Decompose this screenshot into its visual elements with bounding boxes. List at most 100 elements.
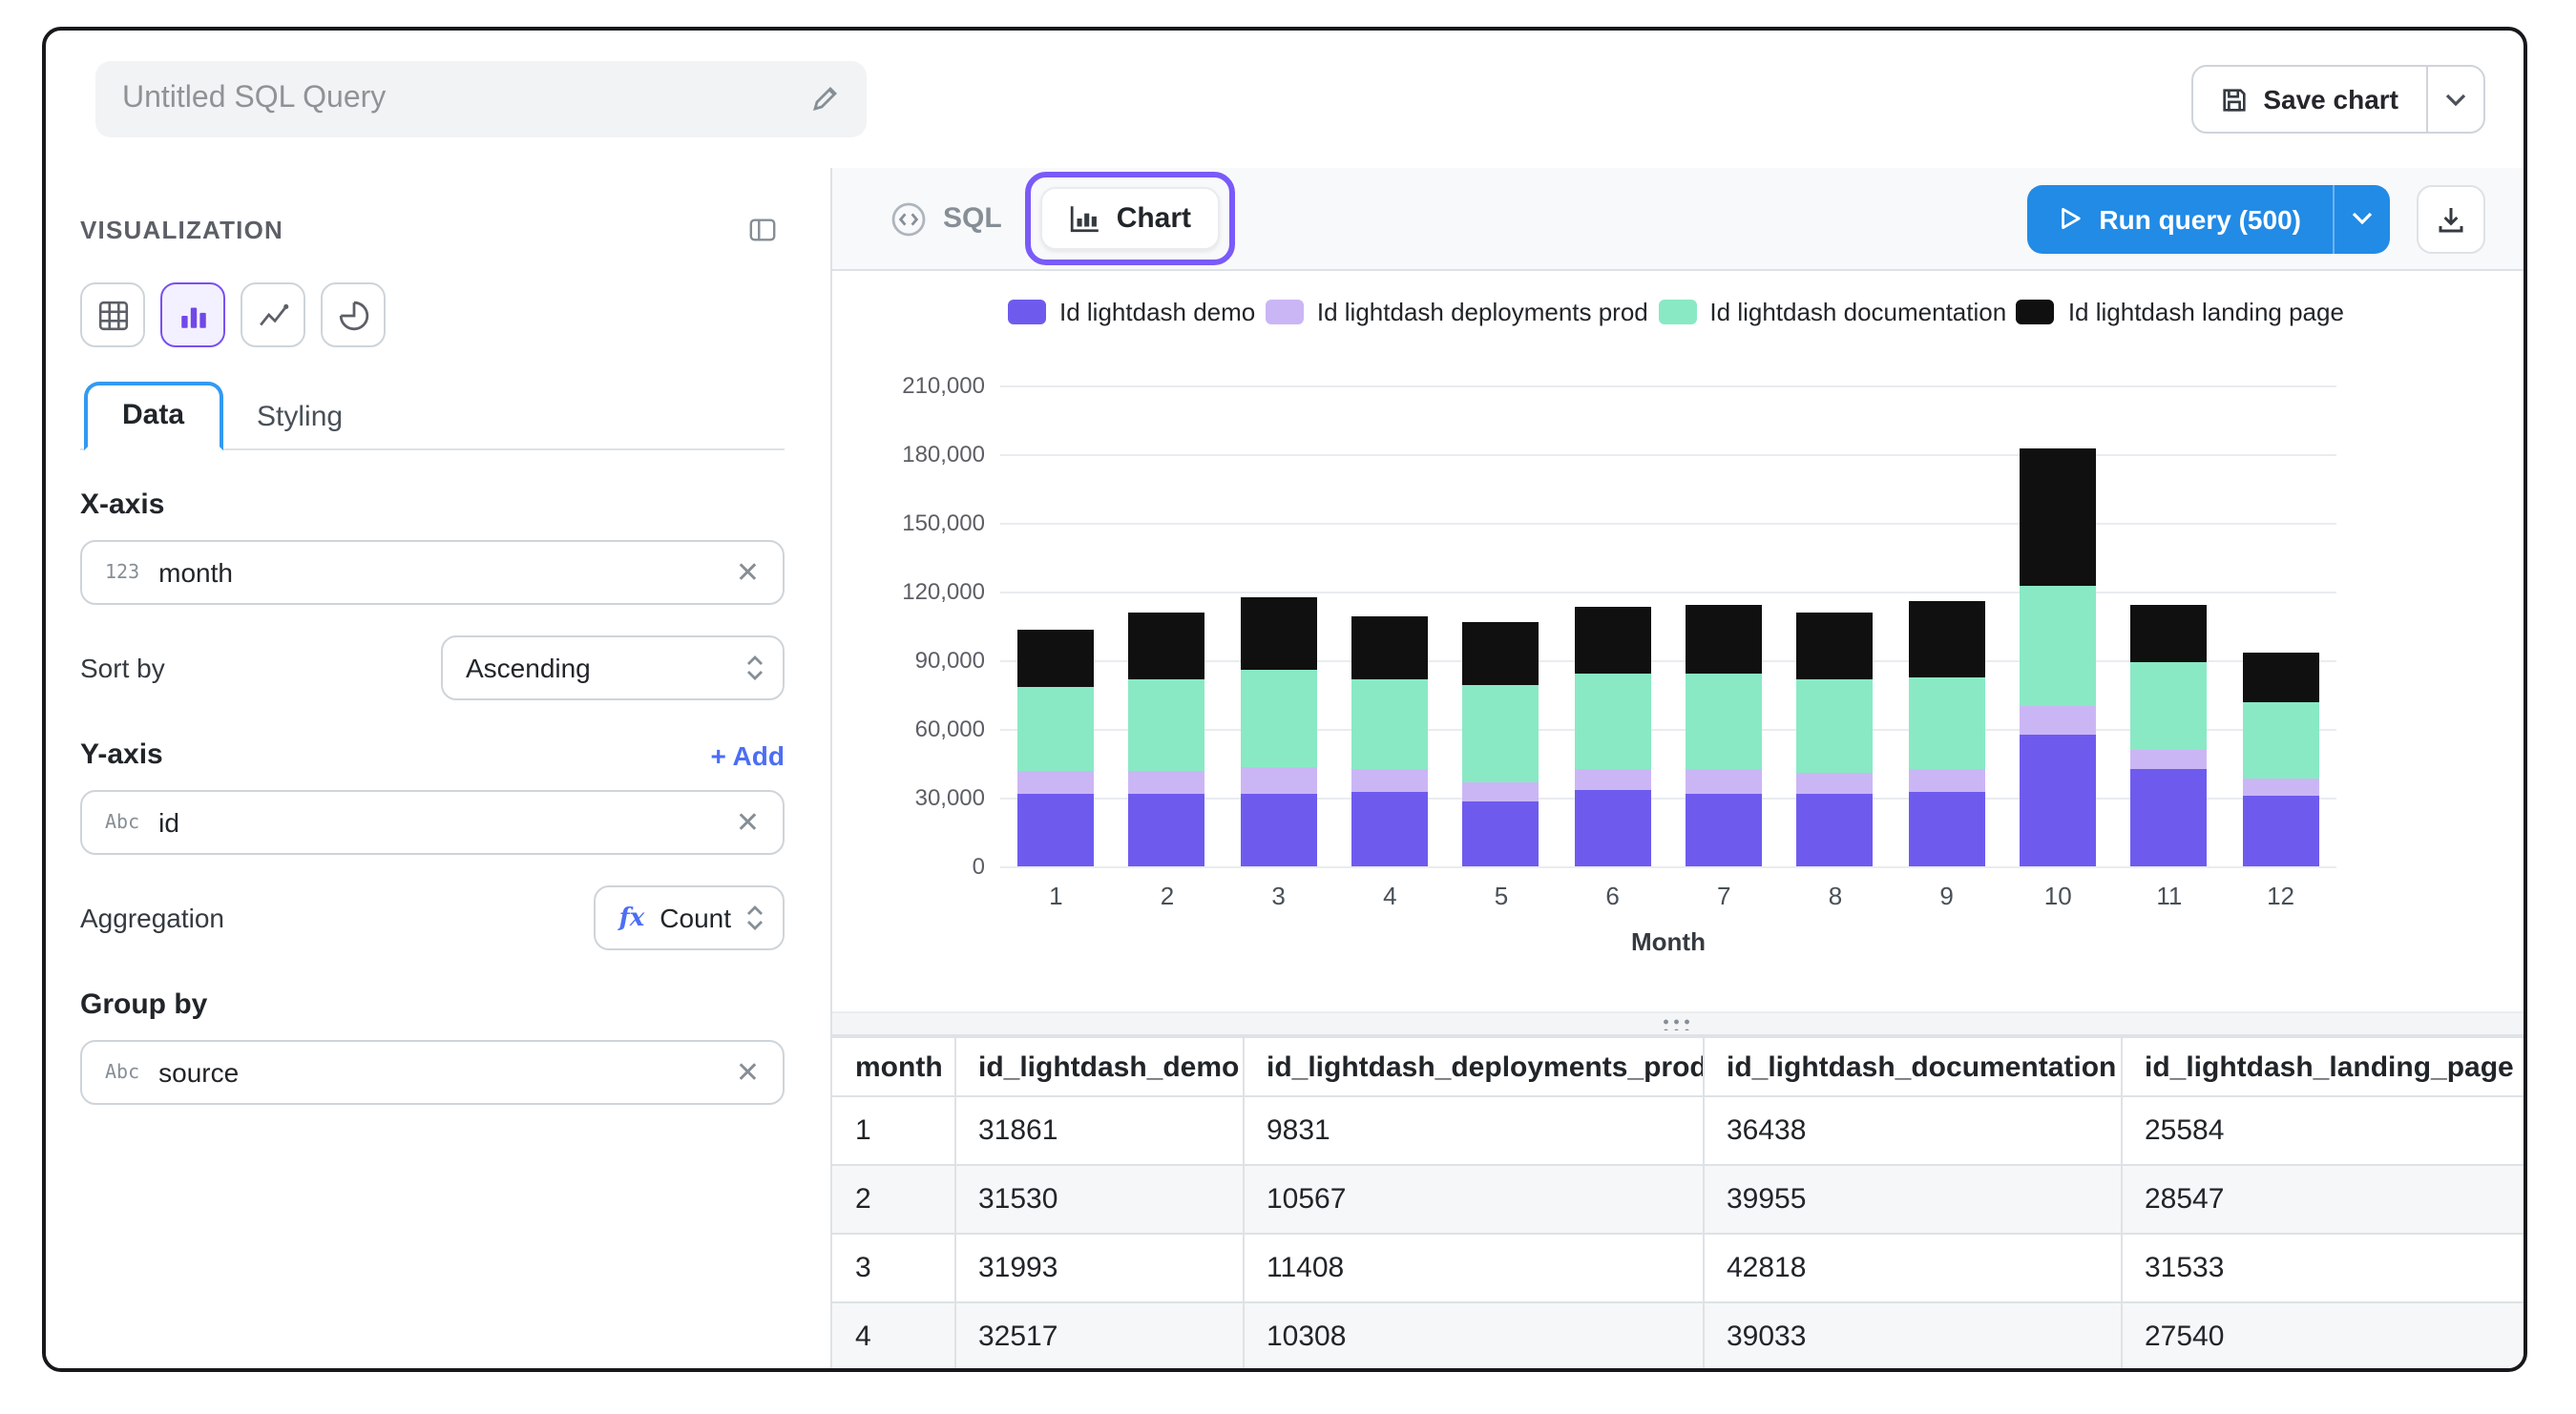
bar-segment[interactable] [1463, 801, 1539, 866]
bar-segment[interactable] [1017, 629, 1094, 687]
sort-by-select[interactable]: Ascending [441, 635, 785, 700]
sql-tab-label: SQL [943, 202, 1002, 235]
tab-sql[interactable]: SQL [870, 188, 1021, 249]
table-cell: 36438 [1703, 1096, 2121, 1165]
run-query-split-button: Run query (500) [2026, 184, 2389, 253]
bar-segment[interactable] [1129, 770, 1205, 794]
bar-month-10[interactable] [2020, 447, 2096, 866]
bar-segment[interactable] [1241, 669, 1317, 767]
legend-item[interactable]: Id lightdash documentation [1658, 298, 2006, 326]
aggregation-select[interactable]: fx Count [595, 885, 785, 950]
bar-month-4[interactable] [1351, 616, 1428, 867]
chart-type-pie-button[interactable] [321, 282, 386, 347]
table-cell: 31530 [954, 1165, 1243, 1234]
column-header: month [832, 1037, 954, 1096]
bar-segment[interactable] [2243, 796, 2319, 866]
run-query-caret-button[interactable] [2332, 184, 2389, 253]
bar-segment[interactable] [2243, 779, 2319, 796]
legend-item[interactable]: Id lightdash deployments prod [1266, 298, 1648, 326]
bar-segment[interactable] [1351, 616, 1428, 679]
bar-segment[interactable] [1017, 688, 1094, 771]
edit-pencil-icon[interactable] [809, 84, 840, 114]
bar-segment[interactable] [1575, 607, 1651, 674]
bar-segment[interactable] [1797, 679, 1874, 773]
bar-segment[interactable] [2020, 706, 2096, 736]
bar-segment[interactable] [1463, 684, 1539, 781]
bar-segment[interactable] [1909, 793, 1985, 866]
x-axis-field[interactable]: 123 month ✕ [80, 540, 785, 605]
remove-x-field-icon[interactable]: ✕ [732, 555, 764, 590]
bar-segment[interactable] [1351, 792, 1428, 866]
tab-chart[interactable]: Chart [1040, 187, 1220, 250]
add-y-axis-link[interactable]: + Add [710, 739, 785, 770]
bar-segment[interactable] [1909, 770, 1985, 793]
panel-resize-handle[interactable] [832, 1011, 2523, 1036]
table-cell: 9831 [1243, 1096, 1703, 1165]
bar-segment[interactable] [2243, 701, 2319, 778]
group-by-field[interactable]: Abc source ✕ [80, 1040, 785, 1105]
bar-segment[interactable] [2020, 447, 2096, 586]
bar-segment[interactable] [2131, 661, 2208, 749]
bar-month-2[interactable] [1129, 613, 1205, 866]
bar-segment[interactable] [1129, 613, 1205, 679]
bar-segment[interactable] [2020, 586, 2096, 705]
bar-segment[interactable] [2131, 605, 2208, 661]
results-table-container[interactable]: monthid_lightdash_demoid_lightdash_deplo… [832, 1036, 2523, 1368]
remove-group-field-icon[interactable]: ✕ [732, 1055, 764, 1090]
save-chart-caret-button[interactable] [2425, 67, 2482, 132]
bar-segment[interactable] [1797, 773, 1874, 793]
remove-y-field-icon[interactable]: ✕ [732, 805, 764, 840]
bar-month-3[interactable] [1241, 596, 1317, 866]
legend-swatch [1008, 300, 1046, 324]
bar-segment[interactable] [1686, 770, 1762, 795]
legend-item[interactable]: Id lightdash demo [1008, 298, 1255, 326]
bar-segment[interactable] [1575, 673, 1651, 769]
bar-segment[interactable] [1909, 601, 1985, 676]
bar-month-5[interactable] [1463, 623, 1539, 866]
bar-segment[interactable] [2243, 653, 2319, 701]
bar-segment[interactable] [2131, 749, 2208, 770]
bar-segment[interactable] [1909, 676, 1985, 769]
download-results-button[interactable] [2416, 184, 2484, 253]
bar-month-1[interactable] [1017, 629, 1094, 866]
bar-segment[interactable] [1686, 675, 1762, 770]
collapse-panel-icon[interactable] [739, 206, 785, 252]
bar-segment[interactable] [1017, 771, 1094, 794]
bar-segment[interactable] [1241, 596, 1317, 669]
group-by-field-name: source [158, 1057, 732, 1088]
bar-segment[interactable] [1017, 794, 1094, 866]
bar-month-11[interactable] [2131, 605, 2208, 866]
bar-segment[interactable] [1686, 794, 1762, 866]
tab-data[interactable]: Data [84, 382, 222, 450]
bar-segment[interactable] [1797, 793, 1874, 866]
bar-segment[interactable] [1463, 781, 1539, 801]
query-title-input[interactable]: Untitled SQL Query [95, 61, 867, 137]
run-query-button[interactable]: Run query (500) [2026, 184, 2332, 253]
bar-segment[interactable] [1351, 679, 1428, 769]
bar-month-6[interactable] [1575, 607, 1651, 866]
save-chart-button[interactable]: Save chart [2192, 67, 2425, 132]
bar-month-7[interactable] [1686, 605, 1762, 866]
bar-segment[interactable] [1129, 794, 1205, 866]
bar-segment[interactable] [1575, 791, 1651, 866]
bar-segment[interactable] [1241, 793, 1317, 866]
legend-item[interactable]: Id lightdash landing page [2017, 298, 2344, 326]
bar-segment[interactable] [1129, 678, 1205, 770]
chart-type-bar-button[interactable] [160, 282, 225, 347]
bar-month-8[interactable] [1797, 612, 1874, 866]
chart-type-table-button[interactable] [80, 282, 145, 347]
x-axis-labels: 123456789101112 [1000, 882, 2336, 910]
bar-month-9[interactable] [1909, 601, 1985, 866]
bar-segment[interactable] [1797, 612, 1874, 679]
bar-segment[interactable] [1686, 605, 1762, 675]
tab-styling[interactable]: Styling [222, 387, 377, 448]
bar-segment[interactable] [1575, 769, 1651, 791]
bar-segment[interactable] [2020, 735, 2096, 866]
bar-segment[interactable] [1351, 768, 1428, 792]
bar-segment[interactable] [1463, 623, 1539, 685]
y-axis-field[interactable]: Abc id ✕ [80, 790, 785, 855]
bar-month-12[interactable] [2243, 653, 2319, 866]
bar-segment[interactable] [2131, 770, 2208, 866]
bar-segment[interactable] [1241, 767, 1317, 793]
chart-type-line-button[interactable] [241, 282, 305, 347]
